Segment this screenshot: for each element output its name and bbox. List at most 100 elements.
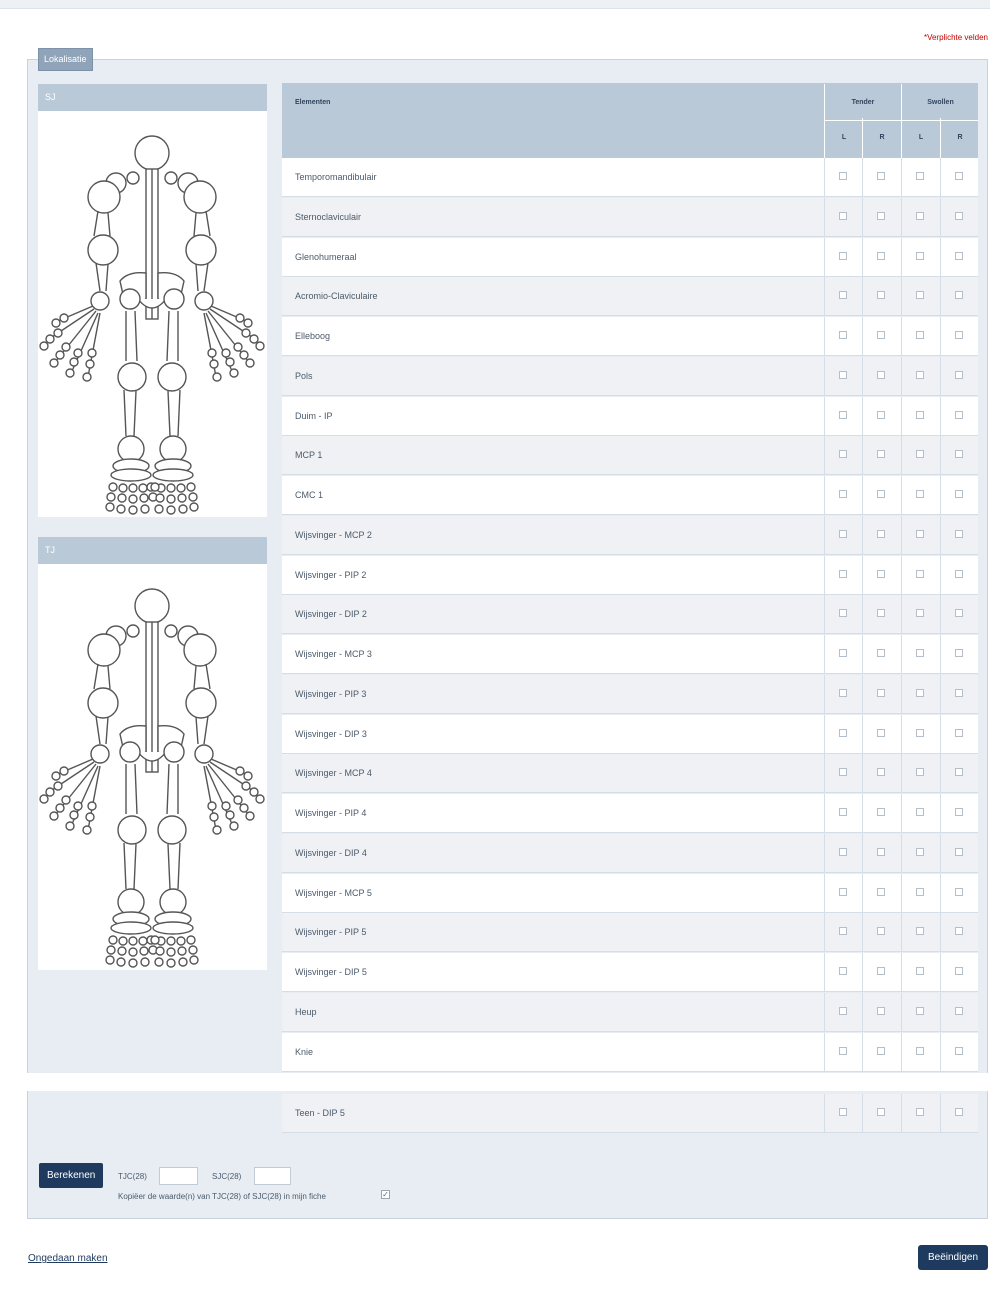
swollen-right-checkbox[interactable] [955,371,963,379]
tender-right-checkbox[interactable] [877,689,885,697]
tender-left-checkbox[interactable] [839,967,847,975]
tender-left-checkbox[interactable] [839,570,847,578]
tender-left-checkbox[interactable] [839,172,847,180]
swollen-left-checkbox[interactable] [916,530,924,538]
swollen-right-checkbox[interactable] [955,848,963,856]
swollen-left-checkbox[interactable] [916,888,924,896]
swollen-right-checkbox[interactable] [955,768,963,776]
tender-right-checkbox[interactable] [877,1047,885,1055]
tender-left-checkbox[interactable] [839,411,847,419]
tj-skeleton-diagram[interactable] [38,564,267,970]
tender-left-checkbox[interactable] [839,927,847,935]
tender-right-checkbox[interactable] [877,530,885,538]
tender-right-checkbox[interactable] [877,291,885,299]
swollen-left-checkbox[interactable] [916,729,924,737]
tender-right-checkbox[interactable] [877,808,885,816]
swollen-right-checkbox[interactable] [955,490,963,498]
swollen-left-checkbox[interactable] [916,768,924,776]
swollen-left-checkbox[interactable] [916,570,924,578]
copy-values-checkbox[interactable]: ✓ [381,1190,390,1199]
tender-right-checkbox[interactable] [877,1007,885,1015]
tender-right-checkbox[interactable] [877,490,885,498]
tender-left-checkbox[interactable] [839,371,847,379]
swollen-left-checkbox[interactable] [916,291,924,299]
swollen-right-checkbox[interactable] [955,1007,963,1015]
swollen-left-checkbox[interactable] [916,848,924,856]
swollen-left-checkbox[interactable] [916,609,924,617]
sjc-input[interactable] [254,1167,291,1185]
tender-right-checkbox[interactable] [877,570,885,578]
swollen-left-checkbox[interactable] [916,411,924,419]
swollen-left-checkbox[interactable] [916,212,924,220]
swollen-right-checkbox[interactable] [955,729,963,737]
tender-right-checkbox[interactable] [877,172,885,180]
swollen-left-checkbox[interactable] [916,689,924,697]
finish-button[interactable]: Beëindigen [918,1245,988,1270]
swollen-right-checkbox[interactable] [955,570,963,578]
tender-right-checkbox[interactable] [877,888,885,896]
swollen-right-checkbox[interactable] [955,252,963,260]
tender-right-checkbox[interactable] [877,252,885,260]
swollen-left-checkbox[interactable] [916,927,924,935]
tender-left-checkbox[interactable] [839,1108,847,1116]
swollen-right-checkbox[interactable] [955,689,963,697]
swollen-left-checkbox[interactable] [916,1108,924,1116]
tender-left-checkbox[interactable] [839,689,847,697]
tender-left-checkbox[interactable] [839,649,847,657]
tender-left-checkbox[interactable] [839,609,847,617]
tender-left-checkbox[interactable] [839,450,847,458]
tender-right-checkbox[interactable] [877,450,885,458]
swollen-right-checkbox[interactable] [955,888,963,896]
swollen-left-checkbox[interactable] [916,331,924,339]
swollen-left-checkbox[interactable] [916,967,924,975]
swollen-right-checkbox[interactable] [955,411,963,419]
tender-left-checkbox[interactable] [839,291,847,299]
sj-skeleton-diagram[interactable] [38,111,267,517]
tender-left-checkbox[interactable] [839,530,847,538]
tender-left-checkbox[interactable] [839,768,847,776]
swollen-left-checkbox[interactable] [916,808,924,816]
swollen-left-checkbox[interactable] [916,172,924,180]
tender-right-checkbox[interactable] [877,609,885,617]
tender-left-checkbox[interactable] [839,808,847,816]
swollen-right-checkbox[interactable] [955,649,963,657]
swollen-right-checkbox[interactable] [955,450,963,458]
tender-left-checkbox[interactable] [839,848,847,856]
swollen-right-checkbox[interactable] [955,808,963,816]
swollen-right-checkbox[interactable] [955,1108,963,1116]
tender-left-checkbox[interactable] [839,888,847,896]
swollen-left-checkbox[interactable] [916,490,924,498]
swollen-right-checkbox[interactable] [955,530,963,538]
tender-right-checkbox[interactable] [877,768,885,776]
tender-left-checkbox[interactable] [839,490,847,498]
swollen-left-checkbox[interactable] [916,450,924,458]
swollen-right-checkbox[interactable] [955,291,963,299]
tender-right-checkbox[interactable] [877,649,885,657]
tender-right-checkbox[interactable] [877,212,885,220]
swollen-left-checkbox[interactable] [916,649,924,657]
swollen-left-checkbox[interactable] [916,1047,924,1055]
calculate-button[interactable]: Berekenen [39,1163,104,1188]
tender-right-checkbox[interactable] [877,848,885,856]
tjc-input[interactable] [159,1167,198,1185]
tender-left-checkbox[interactable] [839,729,847,737]
tender-right-checkbox[interactable] [877,729,885,737]
tender-left-checkbox[interactable] [839,1047,847,1055]
swollen-left-checkbox[interactable] [916,371,924,379]
tender-right-checkbox[interactable] [877,371,885,379]
tender-left-checkbox[interactable] [839,1007,847,1015]
tender-right-checkbox[interactable] [877,331,885,339]
tender-right-checkbox[interactable] [877,927,885,935]
swollen-right-checkbox[interactable] [955,967,963,975]
tender-right-checkbox[interactable] [877,411,885,419]
swollen-right-checkbox[interactable] [955,1047,963,1055]
tender-left-checkbox[interactable] [839,331,847,339]
swollen-right-checkbox[interactable] [955,212,963,220]
swollen-left-checkbox[interactable] [916,1007,924,1015]
swollen-left-checkbox[interactable] [916,252,924,260]
tender-left-checkbox[interactable] [839,212,847,220]
swollen-right-checkbox[interactable] [955,609,963,617]
tender-right-checkbox[interactable] [877,967,885,975]
swollen-right-checkbox[interactable] [955,172,963,180]
tender-left-checkbox[interactable] [839,252,847,260]
